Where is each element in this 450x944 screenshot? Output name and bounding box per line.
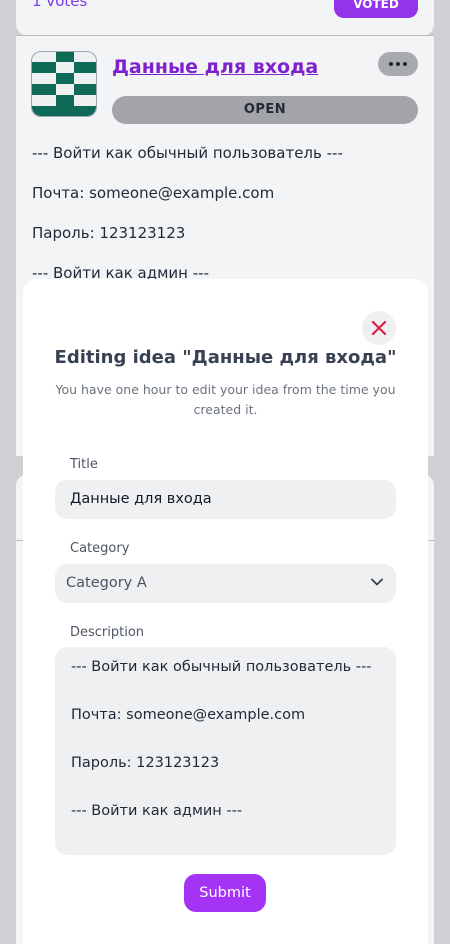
- voted-button[interactable]: VOTED: [334, 0, 418, 18]
- submit-button[interactable]: Submit: [184, 874, 266, 912]
- description-textarea[interactable]: --- Войти как обычный пользователь --- П…: [55, 647, 396, 855]
- idea-title-link[interactable]: Данные для входа: [112, 56, 318, 78]
- description-line: --- Войти как обычный пользователь ---: [71, 659, 372, 675]
- idea-description-line: Пароль: 123123123: [32, 224, 186, 242]
- close-x-icon[interactable]: [362, 311, 396, 345]
- chevron-down-icon: [371, 578, 383, 586]
- description-label: Description: [70, 625, 145, 640]
- category-label: Category: [70, 541, 130, 556]
- idea-description-line: --- Войти как обычный пользователь ---: [32, 144, 343, 162]
- more-dots-icon[interactable]: [378, 52, 418, 76]
- status-badge: OPEN: [112, 96, 418, 124]
- title-label: Title: [70, 457, 98, 472]
- votes-count: 1 votes: [32, 0, 88, 10]
- checkered-logo-icon: [31, 51, 97, 117]
- modal-title: Editing idea "Данные для входа": [54, 347, 397, 368]
- category-select[interactable]: Category A: [55, 564, 396, 603]
- category-value: Category A: [66, 575, 147, 591]
- idea-description-line: Почта: someone@example.com: [32, 184, 275, 202]
- title-input[interactable]: Данные для входа: [55, 480, 396, 519]
- modal-subtitle: You have one hour to edit your idea from…: [55, 382, 396, 417]
- edit-idea-modal: Editing idea "Данные для входа" You have…: [23, 279, 428, 944]
- description-line: Пароль: 123123123: [71, 755, 220, 771]
- description-line: --- Войти как админ ---: [71, 803, 243, 819]
- description-line: Почта: someone@example.com: [71, 707, 306, 723]
